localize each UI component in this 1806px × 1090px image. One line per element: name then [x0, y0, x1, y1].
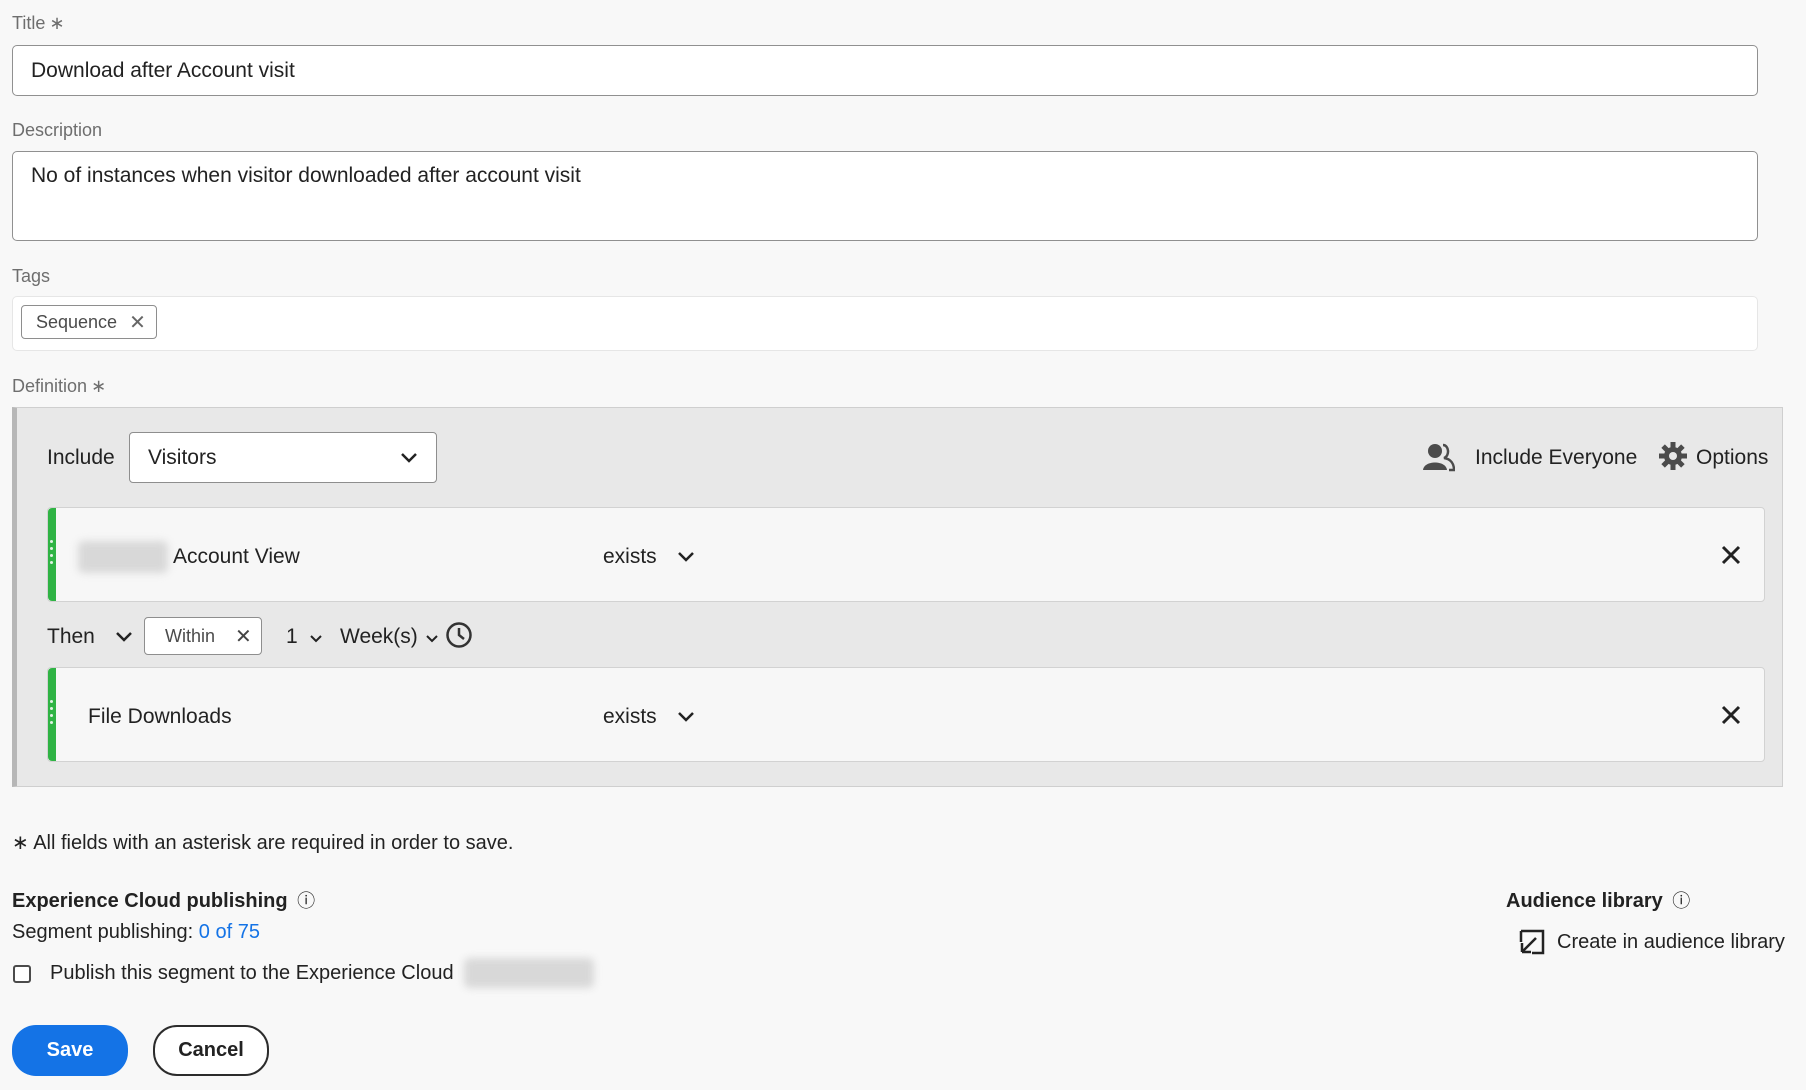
segment-publishing-label: Segment publishing:: [12, 921, 194, 943]
title-input-value: Download after Account visit: [31, 59, 295, 82]
tag-chip-label: Sequence: [36, 311, 118, 332]
required-note: ∗ All fields with an asterisk are requir…: [12, 832, 514, 854]
tag-chip[interactable]: Sequence ✕: [21, 305, 157, 339]
rule-operator-select[interactable]: exists: [603, 545, 695, 569]
close-icon[interactable]: [1720, 544, 1742, 571]
close-icon[interactable]: [1720, 704, 1742, 731]
rule-operator-select[interactable]: exists: [603, 705, 695, 729]
required-mark: ∗: [91, 376, 107, 396]
description-label: Description: [12, 120, 103, 140]
title-input[interactable]: Download after Account visit: [12, 45, 1758, 96]
unit-select[interactable]: Week(s): [340, 625, 438, 649]
chevron-down-icon: [425, 635, 438, 643]
then-select[interactable]: Then: [47, 625, 133, 649]
audience-library-title-text: Audience library: [1506, 890, 1663, 912]
publish-checkbox[interactable]: [13, 965, 31, 983]
ec-publishing-title-text: Experience Cloud publishing: [12, 890, 288, 912]
title-label: Title ∗: [12, 13, 64, 34]
description-value: No of instances when visitor downloaded …: [31, 164, 581, 187]
users-icon[interactable]: [1423, 442, 1456, 477]
segment-publishing: Segment publishing: 0 of 75: [12, 921, 260, 944]
audience-library-title: Audience library ⓘ: [1506, 887, 1690, 913]
include-label: Include: [47, 446, 115, 469]
rule-name: File Downloads: [88, 705, 232, 728]
rule-operator-value: exists: [603, 705, 657, 728]
options-button[interactable]: Options: [1696, 446, 1768, 470]
close-icon[interactable]: ✕: [129, 310, 146, 335]
redacted-text: [78, 541, 168, 573]
open-in-icon[interactable]: [1518, 928, 1546, 961]
gear-icon[interactable]: [1659, 442, 1687, 475]
chevron-down-icon: [115, 632, 132, 642]
definition-label-text: Definition: [12, 376, 88, 396]
clock-icon[interactable]: [445, 621, 473, 654]
info-icon[interactable]: ⓘ: [297, 891, 315, 911]
required-mark: ∗: [49, 13, 65, 33]
count-select[interactable]: 1: [286, 625, 322, 649]
cancel-button[interactable]: Cancel: [153, 1025, 269, 1076]
rule-container[interactable]: Account View exists: [47, 507, 1765, 602]
unit-value: Week(s): [340, 625, 418, 648]
rule-operator-value: exists: [603, 545, 657, 568]
chevron-down-icon: [677, 712, 694, 722]
chevron-down-icon: [677, 552, 694, 562]
rule-name: Account View: [173, 545, 300, 568]
within-chip[interactable]: Within ✕: [144, 617, 262, 655]
definition-label: Definition ∗: [12, 376, 106, 397]
within-label: Within: [165, 625, 216, 646]
info-icon[interactable]: ⓘ: [1672, 891, 1690, 911]
chevron-down-icon: [309, 635, 322, 643]
ec-publishing-title: Experience Cloud publishing ⓘ: [12, 887, 315, 913]
include-everyone-button[interactable]: Include Everyone: [1475, 446, 1637, 470]
save-button[interactable]: Save: [12, 1025, 128, 1076]
drag-dots-icon: [50, 540, 54, 568]
description-textarea[interactable]: No of instances when visitor downloaded …: [12, 151, 1758, 241]
drag-dots-icon: [50, 700, 54, 728]
count-value: 1: [286, 625, 298, 648]
segment-publishing-count-link[interactable]: 0 of 75: [199, 921, 260, 943]
publish-checkbox-label[interactable]: Publish this segment to the Experience C…: [50, 962, 454, 985]
include-select-value: Visitors: [148, 445, 217, 469]
redacted-text: [464, 958, 594, 988]
tags-field[interactable]: Sequence ✕: [12, 296, 1758, 351]
definition-container: Include Visitors Include Everyone Option…: [12, 407, 1783, 787]
title-label-text: Title: [12, 13, 46, 33]
tags-label: Tags: [12, 266, 51, 286]
then-label: Then: [47, 625, 95, 648]
chevron-down-icon: [401, 452, 417, 463]
rule-container[interactable]: File Downloads exists: [47, 667, 1765, 762]
close-icon[interactable]: ✕: [235, 624, 252, 649]
include-select[interactable]: Visitors: [129, 432, 437, 483]
create-in-audience-library-link[interactable]: Create in audience library: [1557, 931, 1785, 954]
